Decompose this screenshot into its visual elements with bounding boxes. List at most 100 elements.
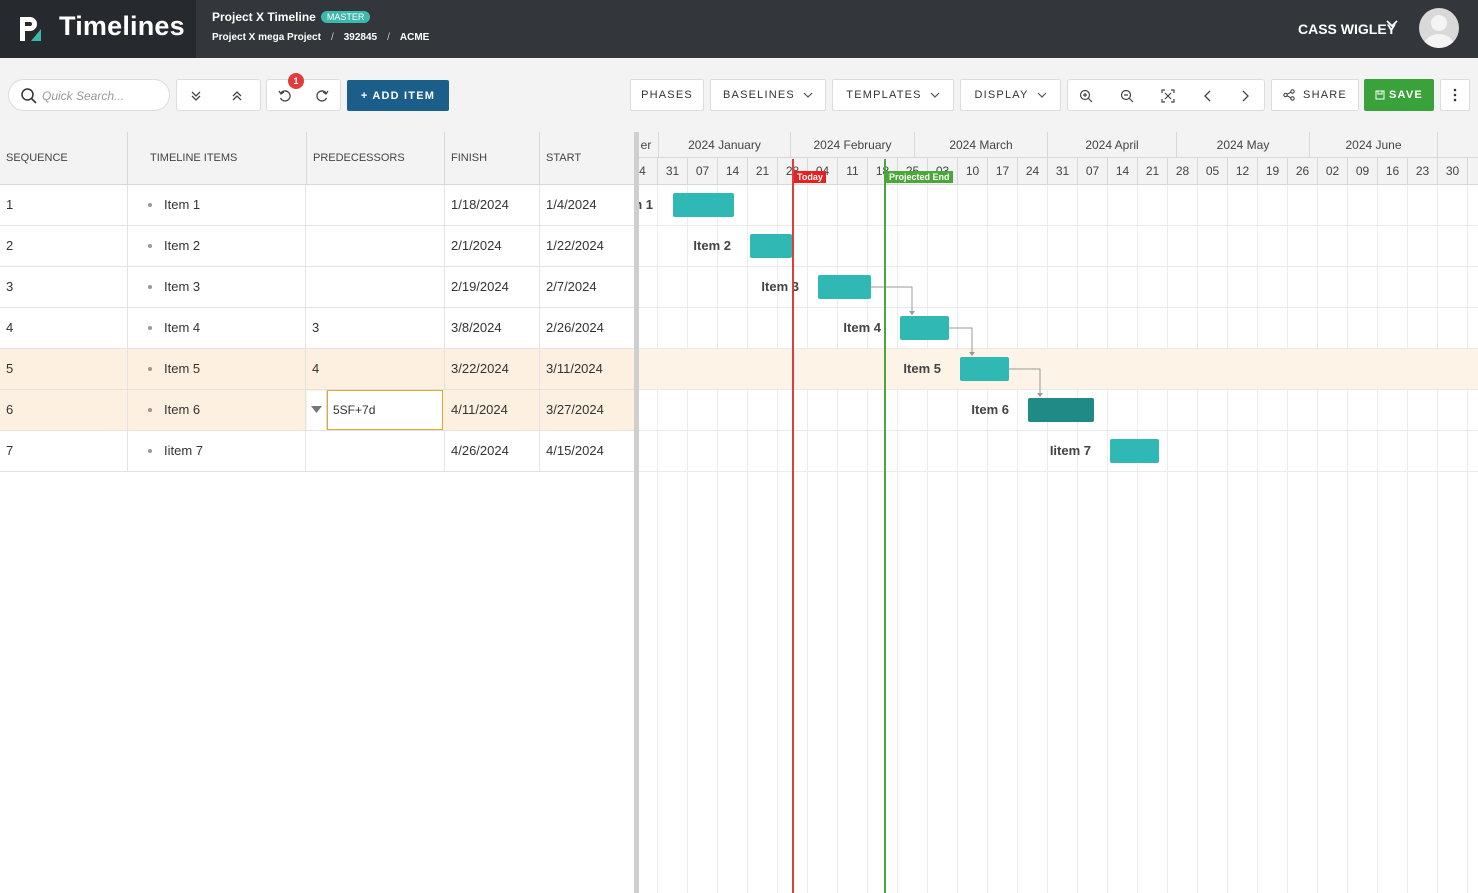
cell-start[interactable]: 3/11/2024 xyxy=(540,349,634,389)
bullet-icon xyxy=(148,325,152,330)
avatar[interactable] xyxy=(1419,8,1459,48)
cell-start[interactable]: 3/27/2024 xyxy=(540,390,634,430)
cell-start[interactable]: 4/15/2024 xyxy=(540,431,634,471)
cell-timeline-item[interactable]: Item 2 xyxy=(128,226,306,266)
fit-to-screen-icon[interactable] xyxy=(1160,88,1176,104)
breadcrumb-company[interactable]: ACME xyxy=(400,32,429,43)
column-header-start[interactable]: START xyxy=(540,132,634,185)
chevron-down-icon xyxy=(930,92,940,98)
predecessor-editor[interactable] xyxy=(306,390,444,430)
dependency-arrow xyxy=(969,352,975,356)
expand-collapse-group xyxy=(176,79,261,111)
add-item-button[interactable]: + ADD ITEM xyxy=(347,80,449,111)
column-header-sequence[interactable]: SEQUENCE xyxy=(0,132,128,185)
cell-start[interactable]: 1/4/2024 xyxy=(540,185,634,225)
collapse-all-icon[interactable] xyxy=(229,88,245,104)
zoom-out-icon[interactable] xyxy=(1119,88,1135,104)
phases-button[interactable]: PHASES xyxy=(630,79,704,111)
baselines-dropdown[interactable]: BASELINES xyxy=(710,79,826,111)
table-row[interactable]: 6 Item 6 4/11/2024 3/27/2024 xyxy=(0,390,634,431)
share-button[interactable]: SHARE xyxy=(1271,79,1359,111)
column-header-finish[interactable]: FINISH xyxy=(445,132,540,185)
zoom-nav-group xyxy=(1067,79,1265,111)
item-name: Iitem 7 xyxy=(164,443,204,458)
cell-sequence[interactable]: 7 xyxy=(0,431,128,471)
master-badge: MASTER xyxy=(320,11,371,23)
cell-finish[interactable]: 2/19/2024 xyxy=(445,267,540,307)
cell-finish[interactable]: 4/11/2024 xyxy=(445,390,540,430)
more-vertical-icon xyxy=(1453,88,1457,102)
cell-timeline-item[interactable]: Item 4 xyxy=(128,308,306,348)
cell-finish[interactable]: 3/22/2024 xyxy=(445,349,540,389)
bullet-icon xyxy=(148,448,152,453)
bullet-icon xyxy=(148,284,152,289)
predecessor-dropdown[interactable] xyxy=(307,391,327,430)
table-row[interactable]: 7 Iitem 7 4/26/2024 4/15/2024 xyxy=(0,431,634,472)
table-row[interactable]: 2 Item 2 2/1/2024 1/22/2024 xyxy=(0,226,634,267)
cell-start[interactable]: 2/7/2024 xyxy=(540,267,634,307)
predecessor-input[interactable] xyxy=(327,390,443,430)
cell-finish[interactable]: 4/26/2024 xyxy=(445,431,540,471)
project-title: Project X Timeline xyxy=(212,10,316,24)
cell-finish[interactable]: 1/18/2024 xyxy=(445,185,540,225)
cell-timeline-item[interactable]: Item 3 xyxy=(128,267,306,307)
cell-sequence[interactable]: 1 xyxy=(0,185,128,225)
cell-timeline-item[interactable]: Item 5 xyxy=(128,349,306,389)
cell-timeline-item[interactable]: Iitem 7 xyxy=(128,431,306,471)
chevron-down-icon[interactable] xyxy=(1386,19,1398,29)
more-options-button[interactable] xyxy=(1440,79,1470,111)
templates-dropdown[interactable]: TEMPLATES xyxy=(832,79,954,111)
search-input[interactable]: Quick Search... xyxy=(8,79,170,111)
cell-sequence[interactable]: 4 xyxy=(0,308,128,348)
table-row[interactable]: 3 Item 3 2/19/2024 2/7/2024 xyxy=(0,267,634,308)
cell-timeline-item[interactable]: Item 6 xyxy=(128,390,306,430)
breadcrumb-number[interactable]: 392845 xyxy=(344,32,377,43)
redo-icon[interactable] xyxy=(314,88,330,104)
cell-sequence[interactable]: 2 xyxy=(0,226,128,266)
baselines-label: BASELINES xyxy=(723,89,795,101)
item-name: Item 5 xyxy=(164,361,201,376)
undo-redo-group xyxy=(266,79,341,111)
display-dropdown[interactable]: DISPLAY xyxy=(960,79,1061,111)
cell-sequence[interactable]: 6 xyxy=(0,390,128,430)
table-row[interactable]: 5 Item 5 4 3/22/2024 3/11/2024 xyxy=(0,349,634,390)
cell-predecessors[interactable] xyxy=(306,431,445,471)
chevron-right-icon[interactable] xyxy=(1237,88,1253,104)
top-bar: Timelines Project X Timeline MASTER Proje… xyxy=(0,0,1478,58)
zoom-in-icon[interactable] xyxy=(1078,88,1094,104)
cell-sequence[interactable]: 5 xyxy=(0,349,128,389)
cell-sequence[interactable]: 3 xyxy=(0,267,128,307)
app-logo-block[interactable]: Timelines xyxy=(0,0,196,58)
bullet-icon xyxy=(148,243,152,248)
projected-end-marker-line xyxy=(884,159,886,893)
item-name: Item 6 xyxy=(164,402,201,417)
grid-header: SEQUENCE TIMELINE ITEMS PREDECESSORS FIN… xyxy=(0,132,634,185)
templates-label: TEMPLATES xyxy=(846,89,922,101)
breadcrumb-project[interactable]: Project X mega Project xyxy=(212,32,321,43)
cell-timeline-item[interactable]: Item 1 xyxy=(128,185,306,225)
cell-start[interactable]: 2/26/2024 xyxy=(540,308,634,348)
table-row[interactable]: 1 Item 1 1/18/2024 1/4/2024 xyxy=(0,185,634,226)
undo-icon[interactable] xyxy=(277,88,293,104)
cell-finish[interactable]: 3/8/2024 xyxy=(445,308,540,348)
dependency-links xyxy=(871,286,1043,397)
save-button[interactable]: SAVE xyxy=(1364,79,1434,111)
cell-predecessors[interactable]: 3 xyxy=(306,308,445,348)
dependency-link xyxy=(871,286,913,315)
item-name: Item 3 xyxy=(164,279,201,294)
cell-predecessors[interactable] xyxy=(306,185,445,225)
column-header-predecessors[interactable]: PREDECESSORS xyxy=(307,132,445,185)
timeline-grid: SEQUENCE TIMELINE ITEMS PREDECESSORS FIN… xyxy=(0,132,634,893)
chevron-left-icon[interactable] xyxy=(1200,88,1216,104)
cell-predecessors[interactable]: 4 xyxy=(306,349,445,389)
dependency-arrow xyxy=(1037,393,1043,397)
expand-all-icon[interactable] xyxy=(188,88,204,104)
cell-predecessors[interactable] xyxy=(306,267,445,307)
table-row[interactable]: 4 Item 4 3 3/8/2024 2/26/2024 xyxy=(0,308,634,349)
user-menu[interactable]: CASS WIGLEY xyxy=(1298,21,1396,37)
chevron-down-icon xyxy=(803,92,813,98)
column-header-timeline-items[interactable]: TIMELINE ITEMS xyxy=(128,132,307,185)
cell-start[interactable]: 1/22/2024 xyxy=(540,226,634,266)
cell-finish[interactable]: 2/1/2024 xyxy=(445,226,540,266)
cell-predecessors[interactable] xyxy=(306,226,445,266)
